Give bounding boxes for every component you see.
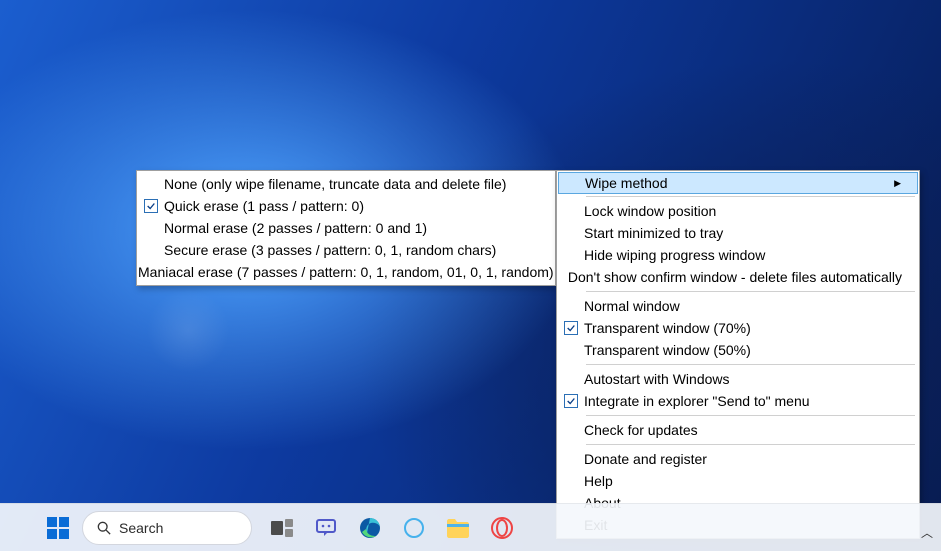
menu-item-label: Transparent window (70%) <box>584 320 902 336</box>
menu-item-label: Normal erase (2 passes / pattern: 0 and … <box>164 220 538 236</box>
taskbar-explorer[interactable] <box>438 508 478 548</box>
menu-item-label: Integrate in explorer "Send to" menu <box>584 393 902 409</box>
menu-item-transparent-50[interactable]: Transparent window (50%) <box>558 339 918 361</box>
taskbar-search[interactable]: Search <box>82 511 252 545</box>
wipe-method-submenu: None (only wipe filename, truncate data … <box>136 170 556 286</box>
menu-item-label: Lock window position <box>584 203 902 219</box>
submenu-item-normal-erase[interactable]: Normal erase (2 passes / pattern: 0 and … <box>138 217 554 239</box>
menu-separator <box>586 364 915 365</box>
taskbar-search-label: Search <box>119 520 163 536</box>
tray-overflow-icon[interactable]: ︿ <box>921 524 933 541</box>
menu-item-label: Donate and register <box>584 451 902 467</box>
menu-item-label: Maniacal erase (7 passes / pattern: 0, 1… <box>138 264 554 280</box>
taskbar: Search ︿ <box>0 503 941 551</box>
menu-item-lock-window-position[interactable]: Lock window position <box>558 200 918 222</box>
menu-item-autostart[interactable]: Autostart with Windows <box>558 368 918 390</box>
menu-item-label: Autostart with Windows <box>584 371 902 387</box>
menu-item-label: None (only wipe filename, truncate data … <box>164 176 538 192</box>
menu-item-transparent-70[interactable]: Transparent window (70%) <box>558 317 918 339</box>
check-icon <box>564 394 578 408</box>
context-menu: Wipe method ▶ Lock window position Start… <box>556 170 920 539</box>
menu-item-wipe-method[interactable]: Wipe method ▶ <box>558 172 918 194</box>
menu-item-donate[interactable]: Donate and register <box>558 448 918 470</box>
menu-separator <box>586 415 915 416</box>
menu-item-label: Secure erase (3 passes / pattern: 0, 1, … <box>164 242 538 258</box>
submenu-item-secure-erase[interactable]: Secure erase (3 passes / pattern: 0, 1, … <box>138 239 554 261</box>
taskbar-opera[interactable] <box>482 508 522 548</box>
menu-separator <box>586 196 915 197</box>
menu-item-label: Check for updates <box>584 422 902 438</box>
menu-item-help[interactable]: Help <box>558 470 918 492</box>
taskbar-chat[interactable] <box>306 508 346 548</box>
menu-item-normal-window[interactable]: Normal window <box>558 295 918 317</box>
start-button[interactable] <box>38 508 78 548</box>
taskbar-edge[interactable] <box>350 508 390 548</box>
menu-item-hide-progress[interactable]: Hide wiping progress window <box>558 244 918 266</box>
taskbar-taskview[interactable] <box>262 508 302 548</box>
menu-item-label: Wipe method <box>585 175 870 191</box>
menu-separator <box>586 444 915 445</box>
menu-item-integrate-sendto[interactable]: Integrate in explorer "Send to" menu <box>558 390 918 412</box>
submenu-item-none[interactable]: None (only wipe filename, truncate data … <box>138 173 554 195</box>
menu-item-label: Normal window <box>584 298 902 314</box>
check-icon <box>144 199 158 213</box>
menu-separator <box>586 291 915 292</box>
menu-item-label: Don't show confirm window - delete files… <box>568 269 902 285</box>
submenu-item-quick-erase[interactable]: Quick erase (1 pass / pattern: 0) <box>138 195 554 217</box>
menu-item-label: Transparent window (50%) <box>584 342 902 358</box>
menu-item-label: Start minimized to tray <box>584 225 902 241</box>
menu-item-no-confirm[interactable]: Don't show confirm window - delete files… <box>558 266 918 288</box>
menu-item-start-minimized[interactable]: Start minimized to tray <box>558 222 918 244</box>
menu-item-label: Quick erase (1 pass / pattern: 0) <box>164 198 538 214</box>
menu-item-check-updates[interactable]: Check for updates <box>558 419 918 441</box>
submenu-item-maniacal-erase[interactable]: Maniacal erase (7 passes / pattern: 0, 1… <box>138 261 554 283</box>
menu-item-label: Hide wiping progress window <box>584 247 902 263</box>
submenu-arrow-icon: ▶ <box>894 178 901 189</box>
taskbar-cortana[interactable] <box>394 508 434 548</box>
search-icon <box>97 521 111 535</box>
check-icon <box>564 321 578 335</box>
menu-item-label: Help <box>584 473 902 489</box>
